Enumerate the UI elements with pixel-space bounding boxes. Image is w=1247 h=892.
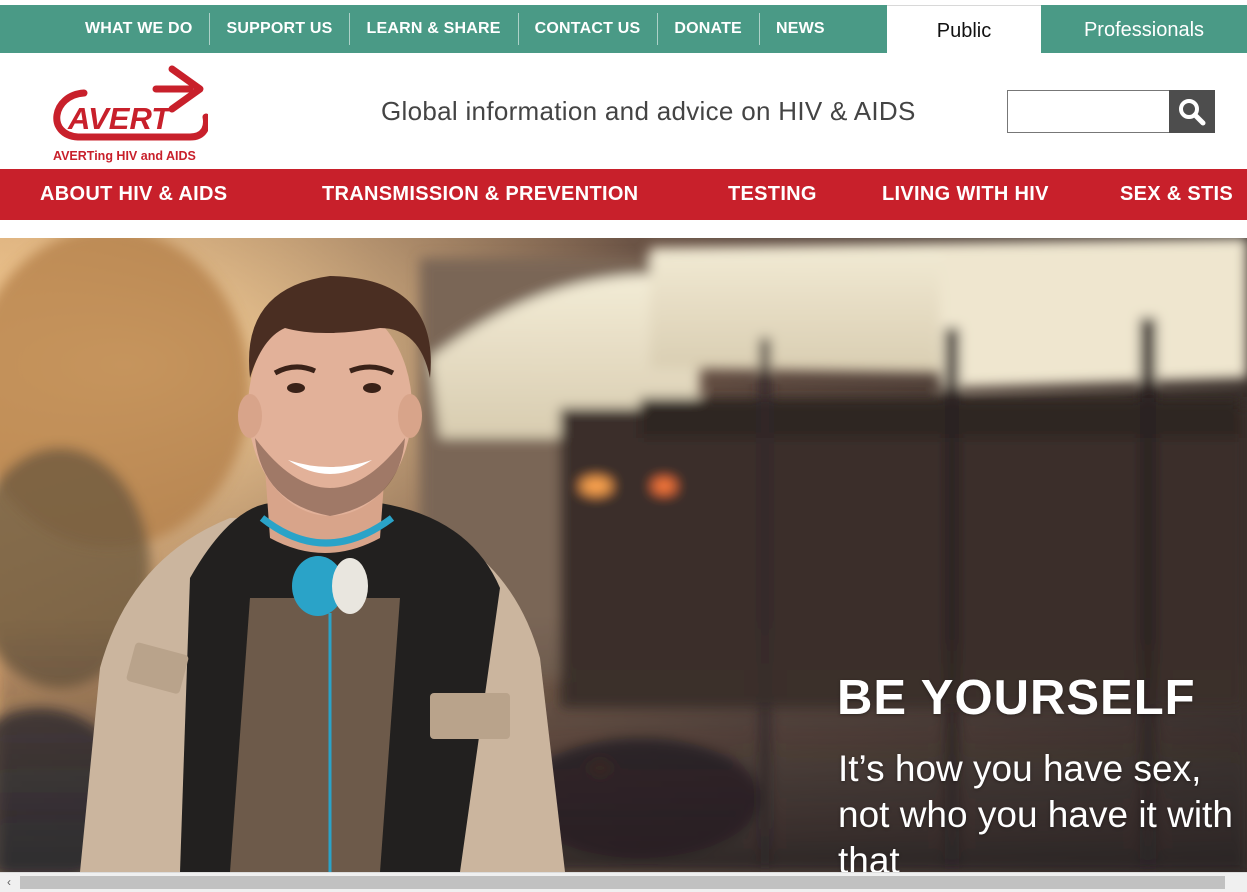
nav-item-sex-stis[interactable]: SEX & STIS	[1120, 169, 1233, 220]
hero-banner[interactable]: BE YOURSELF It’s how you have sex, not w…	[0, 238, 1247, 872]
hero-title: BE YOURSELF	[837, 671, 1196, 725]
utility-link-contact-us[interactable]: CONTACT US	[517, 5, 658, 53]
site-tagline: Global information and advice on HIV & A…	[381, 96, 916, 126]
utility-link-support-us[interactable]: SUPPORT US	[209, 5, 349, 53]
audience-tab-professionals[interactable]: Professionals	[1041, 5, 1247, 53]
scrollbar-thumb[interactable]	[20, 876, 1225, 889]
utility-link-what-we-do[interactable]: WHAT WE DO	[68, 5, 209, 53]
magnifier-icon	[1179, 98, 1206, 125]
nav-item-transmission-prevention[interactable]: TRANSMISSION & PREVENTION	[322, 169, 638, 220]
avert-logo-mark: AVERT AVERTing HIV and AIDS	[53, 65, 210, 163]
utility-links: WHAT WE DO SUPPORT US LEARN & SHARE CONT…	[68, 5, 842, 53]
page: WHAT WE DO SUPPORT US LEARN & SHARE CONT…	[0, 0, 1247, 892]
logo-tagline: AVERTing HIV and AIDS	[53, 149, 196, 163]
logo-wordmark: AVERT	[67, 101, 173, 136]
utility-link-learn-share[interactable]: LEARN & SHARE	[349, 5, 517, 53]
main-nav: ABOUT HIV & AIDS TRANSMISSION & PREVENTI…	[0, 169, 1247, 220]
utility-bar: WHAT WE DO SUPPORT US LEARN & SHARE CONT…	[0, 5, 1247, 53]
search-input[interactable]	[1007, 90, 1170, 133]
nav-item-testing[interactable]: TESTING	[728, 169, 817, 220]
arrow-left-icon[interactable]: ‹	[0, 873, 18, 892]
audience-tab-public[interactable]: Public	[887, 5, 1041, 53]
hero-subtitle: It’s how you have sex, not who you have …	[838, 748, 1233, 872]
horizontal-scrollbar[interactable]: ‹	[0, 872, 1247, 892]
avert-logo[interactable]: AVERT AVERTing HIV and AIDS	[48, 63, 210, 163]
site-header: AVERT AVERTing HIV and AIDS Global infor…	[0, 53, 1247, 169]
nav-item-living-with-hiv[interactable]: LIVING WITH HIV	[882, 169, 1049, 220]
search-button[interactable]	[1169, 90, 1215, 133]
nav-item-about-hiv-aids[interactable]: ABOUT HIV & AIDS	[40, 169, 227, 220]
utility-link-donate[interactable]: DONATE	[657, 5, 759, 53]
utility-link-news[interactable]: NEWS	[758, 5, 842, 53]
